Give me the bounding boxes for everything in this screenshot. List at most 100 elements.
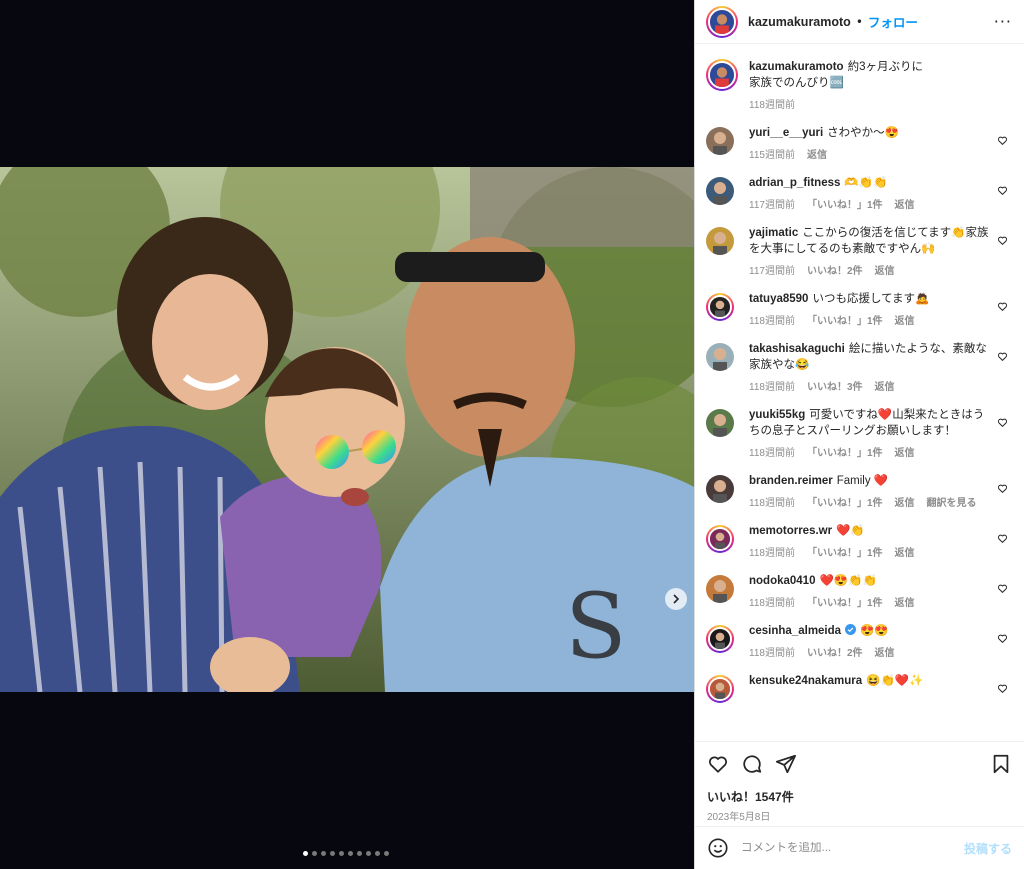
- comment-time[interactable]: 115週間前: [749, 146, 795, 161]
- comment-username[interactable]: yuri__e__yuri: [749, 127, 823, 139]
- svg-text:S: S: [565, 574, 627, 679]
- comment-username[interactable]: cesinha_almeida: [749, 625, 841, 637]
- reply-button[interactable]: 返信: [895, 444, 915, 459]
- more-options-button[interactable]: ···: [994, 12, 1012, 31]
- comment-like-heart-icon[interactable]: [997, 583, 1008, 594]
- avatar[interactable]: [706, 5, 738, 38]
- emoji-icon[interactable]: [707, 837, 729, 859]
- media-viewer: S: [0, 0, 694, 869]
- comment-time[interactable]: 118週間前: [749, 378, 795, 393]
- reply-button[interactable]: 返信: [895, 196, 915, 211]
- reply-button[interactable]: 返信: [895, 594, 915, 609]
- reply-button[interactable]: 返信: [895, 494, 915, 509]
- comment-time[interactable]: 118週間前: [749, 494, 795, 509]
- avatar-image: [706, 343, 734, 371]
- avatar-image: [710, 679, 730, 699]
- slide-dot: [312, 851, 317, 856]
- reply-button[interactable]: 返信: [875, 378, 895, 393]
- comment-username[interactable]: yajimatic: [749, 227, 798, 239]
- comment-like-heart-icon[interactable]: [997, 483, 1008, 494]
- post-comment-button[interactable]: 投稿する: [964, 840, 1012, 857]
- commenter-avatar[interactable]: [706, 575, 734, 603]
- comment-like-heart-icon[interactable]: [997, 351, 1008, 362]
- comment-like-heart-icon[interactable]: [997, 633, 1008, 644]
- comment-time[interactable]: 118週間前: [749, 444, 795, 459]
- comment-item: kensuke24nakamura 😆👏❤️✨: [706, 673, 1010, 703]
- comment-likes[interactable]: いいね！2件: [807, 262, 863, 277]
- commenter-avatar[interactable]: [706, 293, 734, 321]
- comment-likes[interactable]: 「いいね！」1件: [807, 444, 883, 459]
- bookmark-icon[interactable]: [990, 753, 1012, 775]
- comment-item: memotorres.wr ❤️👏 118週間前 「いいね！」1件 返信: [706, 523, 1010, 559]
- comment-username[interactable]: yuuki55kg: [749, 409, 805, 421]
- comment-time[interactable]: 117週間前: [749, 196, 795, 211]
- comment-likes[interactable]: 「いいね！」1件: [807, 544, 883, 559]
- post-photo: S: [0, 167, 694, 692]
- comment-text: さわやか〜😍: [827, 127, 899, 139]
- follow-button[interactable]: フォロー: [868, 12, 918, 31]
- comment-time[interactable]: 118週間前: [749, 594, 795, 609]
- header-username[interactable]: kazumakuramoto: [748, 15, 851, 29]
- avatar-image: [710, 529, 730, 549]
- comment-username[interactable]: kensuke24nakamura: [749, 675, 862, 687]
- comment-like-heart-icon[interactable]: [997, 135, 1008, 146]
- comment-username[interactable]: memotorres.wr: [749, 525, 832, 537]
- comment-item: tatuya8590 いつも応援してます🙇 118週間前 「いいね！」1件 返信: [706, 291, 1010, 327]
- comment-like-heart-icon[interactable]: [997, 417, 1008, 428]
- comment-icon[interactable]: [741, 753, 763, 775]
- commenter-avatar[interactable]: [706, 343, 734, 371]
- comment-likes[interactable]: 「いいね！」1件: [807, 312, 883, 327]
- comment-username[interactable]: adrian_p_fitness: [749, 177, 840, 189]
- commenter-avatar[interactable]: [706, 409, 734, 437]
- commenter-avatar[interactable]: [706, 227, 734, 255]
- comment-text: 😍😍: [860, 625, 889, 637]
- comment-like-heart-icon[interactable]: [997, 185, 1008, 196]
- caption-time[interactable]: 118週間前: [749, 96, 795, 111]
- reply-button[interactable]: 返信: [895, 312, 915, 327]
- comment-input[interactable]: [741, 842, 964, 854]
- comment-likes[interactable]: いいね！2件: [807, 644, 863, 659]
- comment-username[interactable]: takashisakaguchi: [749, 343, 845, 355]
- next-slide-button[interactable]: [665, 588, 687, 610]
- commenter-avatar[interactable]: [706, 177, 734, 205]
- translate-button[interactable]: 翻訳を見る: [927, 494, 977, 509]
- comment-like-heart-icon[interactable]: [997, 533, 1008, 544]
- comment-like-heart-icon[interactable]: [997, 301, 1008, 312]
- header-separator: •: [855, 14, 863, 29]
- likes-count[interactable]: いいね！1547件: [707, 788, 1012, 805]
- avatar-image: [706, 227, 734, 255]
- comment-username[interactable]: nodoka0410: [749, 575, 815, 587]
- comment-likes[interactable]: いいね！3件: [807, 378, 863, 393]
- heart-icon[interactable]: [707, 753, 729, 775]
- comment-like-heart-icon[interactable]: [997, 235, 1008, 246]
- caption: kazumakuramoto 約3ヶ月ぶりに 家族でのんびり🆒 118週間前: [706, 59, 1010, 111]
- reply-button[interactable]: 返信: [875, 262, 895, 277]
- commenter-avatar[interactable]: [706, 625, 734, 653]
- commenter-avatar[interactable]: [706, 127, 734, 155]
- commenter-avatar[interactable]: [706, 525, 734, 553]
- post-side-panel: kazumakuramoto • フォロー ··· kazumakuramoto…: [694, 0, 1024, 869]
- comments-list[interactable]: kazumakuramoto 約3ヶ月ぶりに 家族でのんびり🆒 118週間前 yu…: [695, 45, 1024, 740]
- comment-likes[interactable]: 「いいね！」1件: [807, 196, 883, 211]
- comment-likes[interactable]: 「いいね！」1件: [807, 594, 883, 609]
- comment-username[interactable]: tatuya8590: [749, 293, 808, 305]
- commenter-avatar[interactable]: [706, 675, 734, 703]
- reply-button[interactable]: 返信: [875, 644, 895, 659]
- comment-composer: 投稿する: [695, 826, 1024, 869]
- comment-item: branden.reimer Family ❤️ 118週間前 「いいね！」1件 返信翻…: [706, 473, 1010, 509]
- share-icon[interactable]: [775, 753, 797, 775]
- commenter-avatar[interactable]: [706, 475, 734, 503]
- reply-button[interactable]: 返信: [895, 544, 915, 559]
- comment-item: nodoka0410 ❤️😍👏👏 118週間前 「いいね！」1件 返信: [706, 573, 1010, 609]
- comment-text: 😆👏❤️✨: [866, 675, 924, 687]
- comment-likes[interactable]: 「いいね！」1件: [807, 494, 883, 509]
- comment-time[interactable]: 118週間前: [749, 644, 795, 659]
- caption-avatar[interactable]: [706, 59, 738, 91]
- comment-time[interactable]: 117週間前: [749, 262, 795, 277]
- reply-button[interactable]: 返信: [807, 146, 827, 161]
- comment-like-heart-icon[interactable]: [997, 683, 1008, 694]
- caption-username[interactable]: kazumakuramoto: [749, 61, 844, 73]
- comment-time[interactable]: 118週間前: [749, 312, 795, 327]
- comment-time[interactable]: 118週間前: [749, 544, 795, 559]
- comment-username[interactable]: branden.reimer: [749, 475, 833, 487]
